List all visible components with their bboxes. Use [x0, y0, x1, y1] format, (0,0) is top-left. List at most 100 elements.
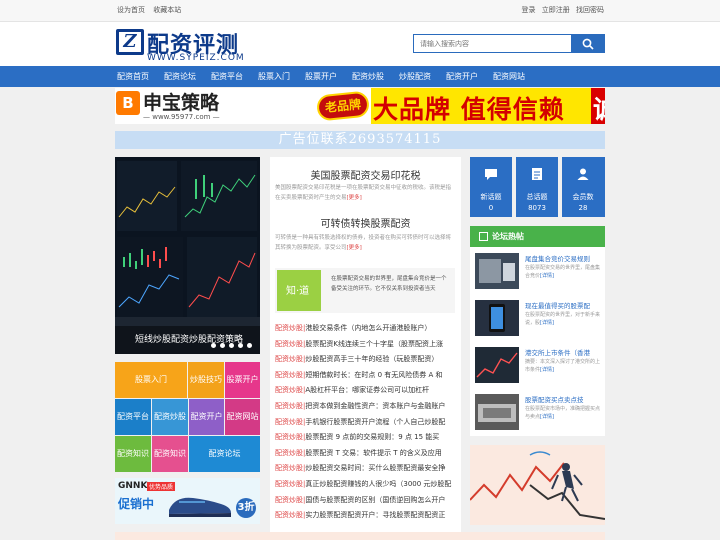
side-ad[interactable]: GNNK 优势品质 促销中 3折 — [115, 478, 260, 524]
list-item-tag[interactable]: 配资炒股| — [275, 496, 305, 504]
post-title[interactable]: 港交所上市条件（香港 — [525, 347, 605, 357]
nav-item-forum[interactable]: 配资论坛 — [164, 66, 196, 87]
list-item[interactable]: 配资炒股|A股杠杆平台：哪家证券公司可以加杠杆 — [275, 383, 457, 399]
post-title[interactable]: 股票配资买点卖点技 — [525, 394, 605, 404]
detail-link[interactable]: [详情] — [540, 414, 554, 420]
tile-beginner[interactable]: 股票入门 — [115, 362, 187, 398]
search-button[interactable] — [571, 35, 604, 52]
register-link[interactable]: 立即注册 — [542, 6, 570, 14]
illustration-ad[interactable] — [470, 445, 605, 525]
list-item-title[interactable]: 炒股配资交易时间：买什么股票配资最安全挣 — [305, 464, 445, 472]
image-slider[interactable]: 短线炒股配资炒股配资策略 — [115, 157, 260, 354]
site-logo[interactable]: Z 配资评测 WWW.SYPEIZ.COM — [116, 27, 248, 64]
tile-sites[interactable]: 配资知识 — [115, 436, 151, 472]
list-item[interactable]: 配资炒股|短期借款时长：在时点 0 有无风险债券 A 和 — [275, 368, 457, 384]
side-ad-brand: GNNK — [118, 481, 148, 491]
detail-link[interactable]: [详情] — [540, 273, 554, 279]
slider-dot[interactable] — [229, 343, 234, 348]
tile-platform[interactable]: 配资平台 — [115, 399, 151, 435]
slider-dot[interactable] — [238, 343, 243, 348]
list-item-title[interactable]: 股票配资 T 交易：软件提示 T 的含义及应用 — [305, 449, 441, 457]
list-item-tag[interactable]: 配资炒股| — [275, 511, 305, 519]
hot-post-item[interactable]: 现在最值得买的股票配 在股票配资的世界里，对于新手来说，股[详情] — [475, 300, 605, 342]
nav-item-open-account[interactable]: 股票开户 — [305, 66, 337, 87]
list-item[interactable]: 配资炒股|实力股票配资配资开户：寻找股票配资配资正 — [275, 508, 457, 524]
list-item-tag[interactable]: 配资炒股| — [275, 371, 305, 379]
list-item-tag[interactable]: 配资炒股| — [275, 433, 305, 441]
list-item[interactable]: 配资炒股|股票配资 9 点前的交易规则：9 点 15 能买 — [275, 430, 457, 446]
article-title[interactable]: 可转债转换股票配资 — [270, 215, 461, 230]
nav-item-platform[interactable]: 配资平台 — [211, 66, 243, 87]
post-thumbnail[interactable] — [475, 394, 519, 430]
tile-skills[interactable]: 炒股技巧 — [188, 362, 224, 398]
list-item[interactable]: 配资炒股|国债与股票配资的区别（国债逆回购怎么开户 — [275, 493, 457, 509]
slider-dot[interactable] — [247, 343, 252, 348]
list-item-title[interactable]: 炒股配资高手三十年的经验（玩股票配资） — [305, 355, 438, 363]
list-item-title[interactable]: 股票配资 9 点前的交易规则：9 点 15 能买 — [305, 433, 439, 441]
list-item-tag[interactable]: 配资炒股| — [275, 386, 305, 394]
list-item[interactable]: 配资炒股|股票配资 T 交易：软件提示 T 的含义及应用 — [275, 446, 457, 462]
list-item-title[interactable]: 真正炒股配资赚钱的人很少吗（3000 元炒股配 — [305, 480, 451, 488]
tile-trading[interactable]: 配资炒股 — [152, 399, 188, 435]
post-title[interactable]: 尾盘集合竞价交易规则 — [525, 253, 605, 263]
banner-ad[interactable]: B 申宝策略 — www.95977.com — 老品牌 大品牌 值得信赖 诚招… — [115, 88, 605, 124]
reset-password-link[interactable]: 找回密码 — [576, 6, 604, 14]
tile-margin-account[interactable]: 配资网站 — [225, 399, 260, 435]
post-thumbnail[interactable] — [475, 347, 519, 383]
list-item-tag[interactable]: 配资炒股| — [275, 340, 305, 348]
nav-item-home[interactable]: 配资首页 — [117, 66, 149, 87]
list-item[interactable]: 配资炒股|炒股配资高手三十年的经验（玩股票配资） — [275, 352, 457, 368]
list-item-tag[interactable]: 配资炒股| — [275, 464, 305, 472]
detail-link[interactable]: [详情] — [540, 320, 554, 326]
list-item-tag[interactable]: 配资炒股| — [275, 402, 305, 410]
list-item-title[interactable]: 把资本做到金融性资产：资本账户与金融账户 — [305, 402, 445, 410]
post-title[interactable]: 现在最值得买的股票配 — [525, 300, 605, 310]
list-item[interactable]: 配资炒股|把资本做到金融性资产：资本账户与金融账户 — [275, 399, 457, 415]
list-item[interactable]: 配资炒股|炒股配资交易时间：买什么股票配资最安全挣 — [275, 461, 457, 477]
tile-knowledge[interactable]: 配资知识 — [152, 436, 188, 472]
detail-link[interactable]: [详情] — [540, 367, 554, 373]
list-item-title[interactable]: 股票配资K线连续三个十字星（股票配资上涨 — [305, 340, 443, 348]
list-item-title[interactable]: 手机银行股票配资开户流程（个人自己炒股配 — [305, 418, 445, 426]
post-summary: 在股票配资市场中，准确把握买点与卖点[详情] — [525, 405, 601, 421]
list-item-tag[interactable]: 配资炒股| — [275, 418, 305, 426]
list-item[interactable]: 配资炒股|港股交易条件（内地怎么开通港股账户） — [275, 321, 457, 337]
post-thumbnail[interactable] — [475, 253, 519, 289]
list-item-title[interactable]: 短期借款时长：在时点 0 有无风险债券 A 和 — [305, 371, 442, 379]
side-ad-promo: 促销中 — [118, 497, 155, 511]
nav-item-stock-margin[interactable]: 炒股配资 — [399, 66, 431, 87]
more-link[interactable]: [更多] — [347, 245, 362, 251]
post-thumbnail[interactable] — [475, 300, 519, 336]
list-item-title[interactable]: 国债与股票配资的区别（国债逆回购怎么开户 — [305, 496, 445, 504]
hot-post-item[interactable]: 港交所上市条件（香港 摘要：本文深入探讨了港交所的上市条件[详情] — [475, 347, 605, 389]
list-item-tag[interactable]: 配资炒股| — [275, 480, 305, 488]
nav-item-margin-account[interactable]: 配资开户 — [446, 66, 478, 87]
more-link[interactable]: [更多] — [347, 195, 362, 201]
list-item[interactable]: 配资炒股|真正炒股配资赚钱的人很少吗（3000 元炒股配 — [275, 477, 457, 493]
hot-post-item[interactable]: 尾盘集合竞价交易规则 在股票配资交易的世界里，尾盘集合竞价[详情] — [475, 253, 605, 295]
list-item[interactable]: 配资炒股|手机银行股票配资开户流程（个人自己炒股配 — [275, 415, 457, 431]
list-item[interactable]: 配资炒股|股票配资K线连续三个十字星（股票配资上涨 — [275, 337, 457, 353]
login-link[interactable]: 登录 — [522, 6, 536, 14]
featured-qa[interactable]: 知·道 在股票配资交易的世界里，尾盘集合竞价是一个备受关注的环节。它不仅关系到投… — [275, 268, 455, 313]
slider-dot[interactable] — [211, 343, 216, 348]
hot-post-item[interactable]: 股票配资买点卖点技 在股票配资市场中，准确把握买点与卖点[详情] — [475, 394, 605, 436]
set-homepage-link[interactable]: 设为首页 — [117, 6, 145, 14]
tile-forum[interactable]: 配资论坛 — [189, 436, 260, 472]
bookmark-link[interactable]: 收藏本站 — [153, 6, 181, 14]
tile-open-account[interactable]: 股票开户 — [225, 362, 260, 398]
tile-margin-trading[interactable]: 配资开户 — [189, 399, 224, 435]
list-item-title[interactable]: 实力股票配资配资开户：寻找股票配资配资正 — [305, 511, 445, 519]
slider-dot[interactable] — [220, 343, 225, 348]
list-item-title[interactable]: 港股交易条件（内地怎么开通港股账户） — [305, 324, 431, 332]
list-item-title[interactable]: A股杠杆平台：哪家证券公司可以加杠杆 — [305, 386, 429, 394]
nav-item-trading[interactable]: 配资炒股 — [352, 66, 384, 87]
article-title[interactable]: 美国股票配资交易印花税 — [270, 167, 461, 182]
ad-placeholder[interactable]: 广告位联系2693574115 — [115, 131, 605, 149]
nav-item-beginner[interactable]: 股票入门 — [258, 66, 290, 87]
list-item-tag[interactable]: 配资炒股| — [275, 324, 305, 332]
nav-item-sites[interactable]: 配资网站 — [493, 66, 525, 87]
list-item-tag[interactable]: 配资炒股| — [275, 449, 305, 457]
list-item-tag[interactable]: 配资炒股| — [275, 355, 305, 363]
search-input[interactable] — [414, 35, 572, 52]
